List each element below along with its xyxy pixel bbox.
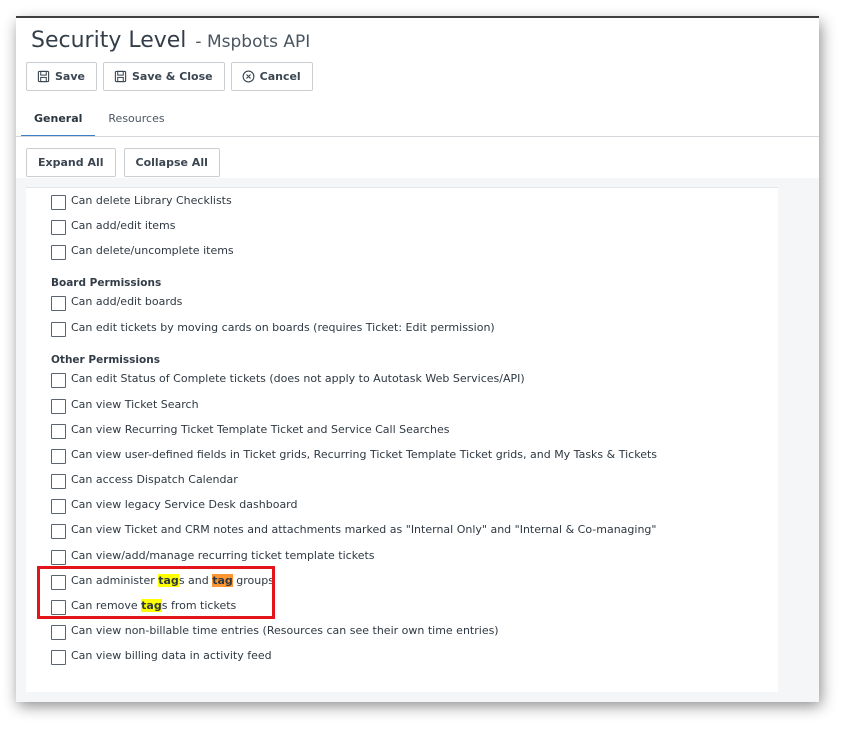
permission-row[interactable]: Can view non-billable time entries (Reso… (51, 621, 499, 640)
permission-label: Can edit tickets by moving cards on boar… (71, 320, 495, 334)
page-title-subtitle: - Mspbots API (195, 32, 311, 52)
permission-label: Can view Recurring Ticket Template Ticke… (71, 422, 450, 436)
permission-label: Can view Ticket Search (71, 397, 199, 411)
permission-row[interactable]: Can view Ticket Search (51, 395, 199, 414)
permission-row[interactable]: Can access Dispatch Calendar (51, 470, 238, 489)
save-close-button[interactable]: Save & Close (102, 62, 225, 91)
permission-label: Can delete Library Checklists (71, 193, 232, 207)
checkbox[interactable] (51, 448, 66, 464)
tab-general[interactable]: General (21, 112, 96, 137)
checkbox[interactable] (51, 194, 66, 210)
permission-row[interactable]: Can add/edit items (51, 216, 176, 235)
permission-row[interactable]: Can edit tickets by moving cards on boar… (51, 318, 495, 337)
checkbox[interactable] (51, 372, 66, 388)
checkbox[interactable] (51, 295, 66, 311)
checkbox[interactable] (51, 321, 66, 337)
checkbox[interactable] (51, 624, 66, 640)
permission-label: Can view non-billable time entries (Reso… (71, 623, 499, 637)
save-icon (114, 70, 127, 83)
permission-row[interactable]: Can add/edit boards (51, 292, 183, 311)
permission-row[interactable]: Can view Ticket and CRM notes and attach… (51, 520, 657, 539)
checkbox[interactable] (51, 649, 66, 665)
checkbox[interactable] (51, 523, 66, 539)
permission-label: Can view user-defined fields in Ticket g… (71, 447, 658, 461)
permission-row[interactable]: Can delete/uncomplete items (51, 241, 234, 260)
permission-row[interactable]: Can view user-defined fields in Ticket g… (51, 445, 658, 464)
checkbox[interactable] (51, 498, 66, 514)
permission-label: Can view legacy Service Desk dashboard (71, 497, 298, 511)
checkbox[interactable] (51, 473, 66, 489)
save-close-button-label: Save & Close (131, 70, 213, 83)
permission-row[interactable]: Can view/add/manage recurring ticket tem… (51, 546, 375, 565)
permission-label: Can access Dispatch Calendar (71, 472, 238, 486)
expand-all-button[interactable]: Expand All (26, 148, 116, 177)
checkbox[interactable] (51, 398, 66, 414)
tab-resources[interactable]: Resources (95, 112, 177, 137)
save-button[interactable]: Save (26, 62, 97, 91)
permission-row[interactable]: Can delete Library Checklists (51, 191, 232, 210)
permission-label: Can view Ticket and CRM notes and attach… (71, 522, 657, 536)
security-level-window: Security Level - Mspbots API Save Save &… (16, 16, 819, 702)
permission-row[interactable]: Can edit Status of Complete tickets (doe… (51, 369, 525, 388)
checkbox[interactable] (51, 423, 66, 439)
page-title: Security Level - Mspbots API (31, 28, 310, 53)
permission-label: Can add/edit boards (71, 294, 183, 308)
permission-row[interactable]: Can view legacy Service Desk dashboard (51, 495, 298, 514)
section-heading-board: Board Permissions (51, 277, 162, 289)
collapse-all-button[interactable]: Collapse All (123, 148, 220, 177)
permission-row[interactable]: Can view billing data in activity feed (51, 646, 272, 665)
tab-divider (16, 136, 819, 137)
permission-label: Can delete/uncomplete items (71, 243, 234, 257)
checkbox[interactable] (51, 244, 66, 260)
cancel-button[interactable]: Cancel (230, 62, 313, 91)
section-heading-other: Other Permissions (51, 354, 160, 366)
expand-controls: Expand All Collapse All (26, 148, 220, 177)
tab-bar: General Resources (21, 112, 178, 137)
checkbox[interactable] (51, 549, 66, 565)
permission-label: Can edit Status of Complete tickets (doe… (71, 371, 525, 385)
save-icon (37, 70, 50, 83)
toolbar: Save Save & Close Cancel (26, 62, 313, 91)
checkbox[interactable] (51, 219, 66, 235)
permission-label: Can view/add/manage recurring ticket tem… (71, 548, 375, 562)
save-button-label: Save (55, 70, 85, 83)
annotation-highlight-box (37, 566, 275, 619)
page-title-main: Security Level (31, 28, 187, 53)
cancel-circle-icon (242, 70, 255, 83)
permission-label: Can add/edit items (71, 218, 176, 232)
permission-row[interactable]: Can view Recurring Ticket Template Ticke… (51, 420, 450, 439)
permission-label: Can view billing data in activity feed (71, 648, 272, 662)
cancel-button-label: Cancel (259, 70, 301, 83)
